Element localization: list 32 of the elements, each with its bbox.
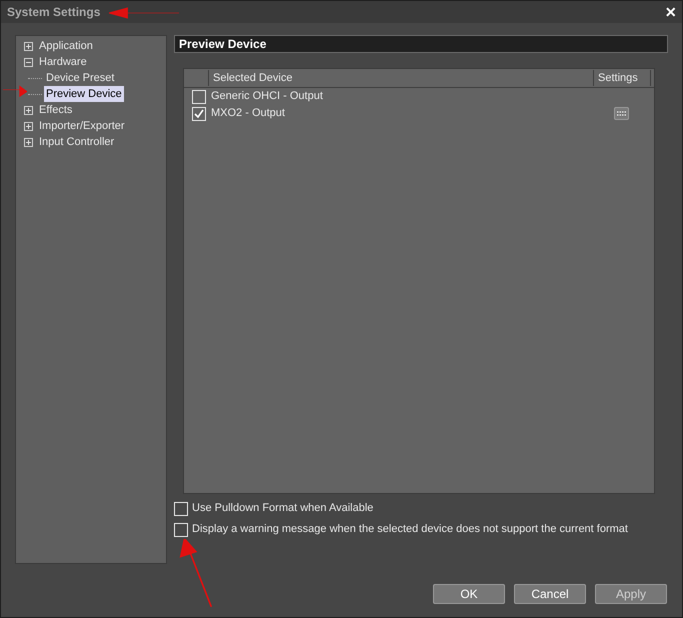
tree-item[interactable]: Application [37, 38, 95, 54]
close-button[interactable]: × [665, 3, 676, 21]
dialog-button[interactable]: Cancel [514, 584, 586, 604]
checkmark-icon [194, 108, 204, 118]
checkbox[interactable] [174, 522, 188, 536]
option-label: Use Pulldown Format when Available [192, 501, 374, 516]
checkbox[interactable] [192, 106, 206, 120]
annotation-arrow [3, 85, 27, 97]
column-header: Selected Device [208, 70, 593, 86]
option-label: Display a warning message when the selected device does not support the current format [192, 522, 628, 538]
expand-icon[interactable] [24, 138, 33, 146]
panel-header: Preview Device [174, 35, 668, 53]
window-title: System Settings [7, 4, 100, 21]
annotation-arrow [179, 539, 215, 607]
settings-button[interactable] [614, 107, 629, 120]
column-header: Settings [593, 70, 651, 86]
tree-item[interactable]: Importer/Exporter [37, 118, 127, 134]
checkbox[interactable] [174, 502, 188, 516]
tree-item[interactable]: Effects [37, 102, 74, 118]
collapse-icon[interactable] [24, 58, 33, 66]
tree-item[interactable]: Hardware [37, 54, 89, 70]
tree-item[interactable]: Device Preset [44, 70, 116, 86]
tree-item[interactable]: Preview Device [44, 86, 124, 102]
device-name: MXO2 - Output [211, 106, 286, 122]
checkbox[interactable] [192, 90, 206, 104]
device-name: Generic OHCI - Output [211, 89, 324, 104]
expand-icon[interactable] [24, 42, 33, 50]
expand-icon[interactable] [24, 106, 33, 114]
dots-icon [617, 111, 626, 116]
dialog-button[interactable]: OK [433, 584, 505, 604]
tree-item[interactable]: Input Controller [37, 134, 116, 150]
expand-icon[interactable] [24, 122, 33, 130]
